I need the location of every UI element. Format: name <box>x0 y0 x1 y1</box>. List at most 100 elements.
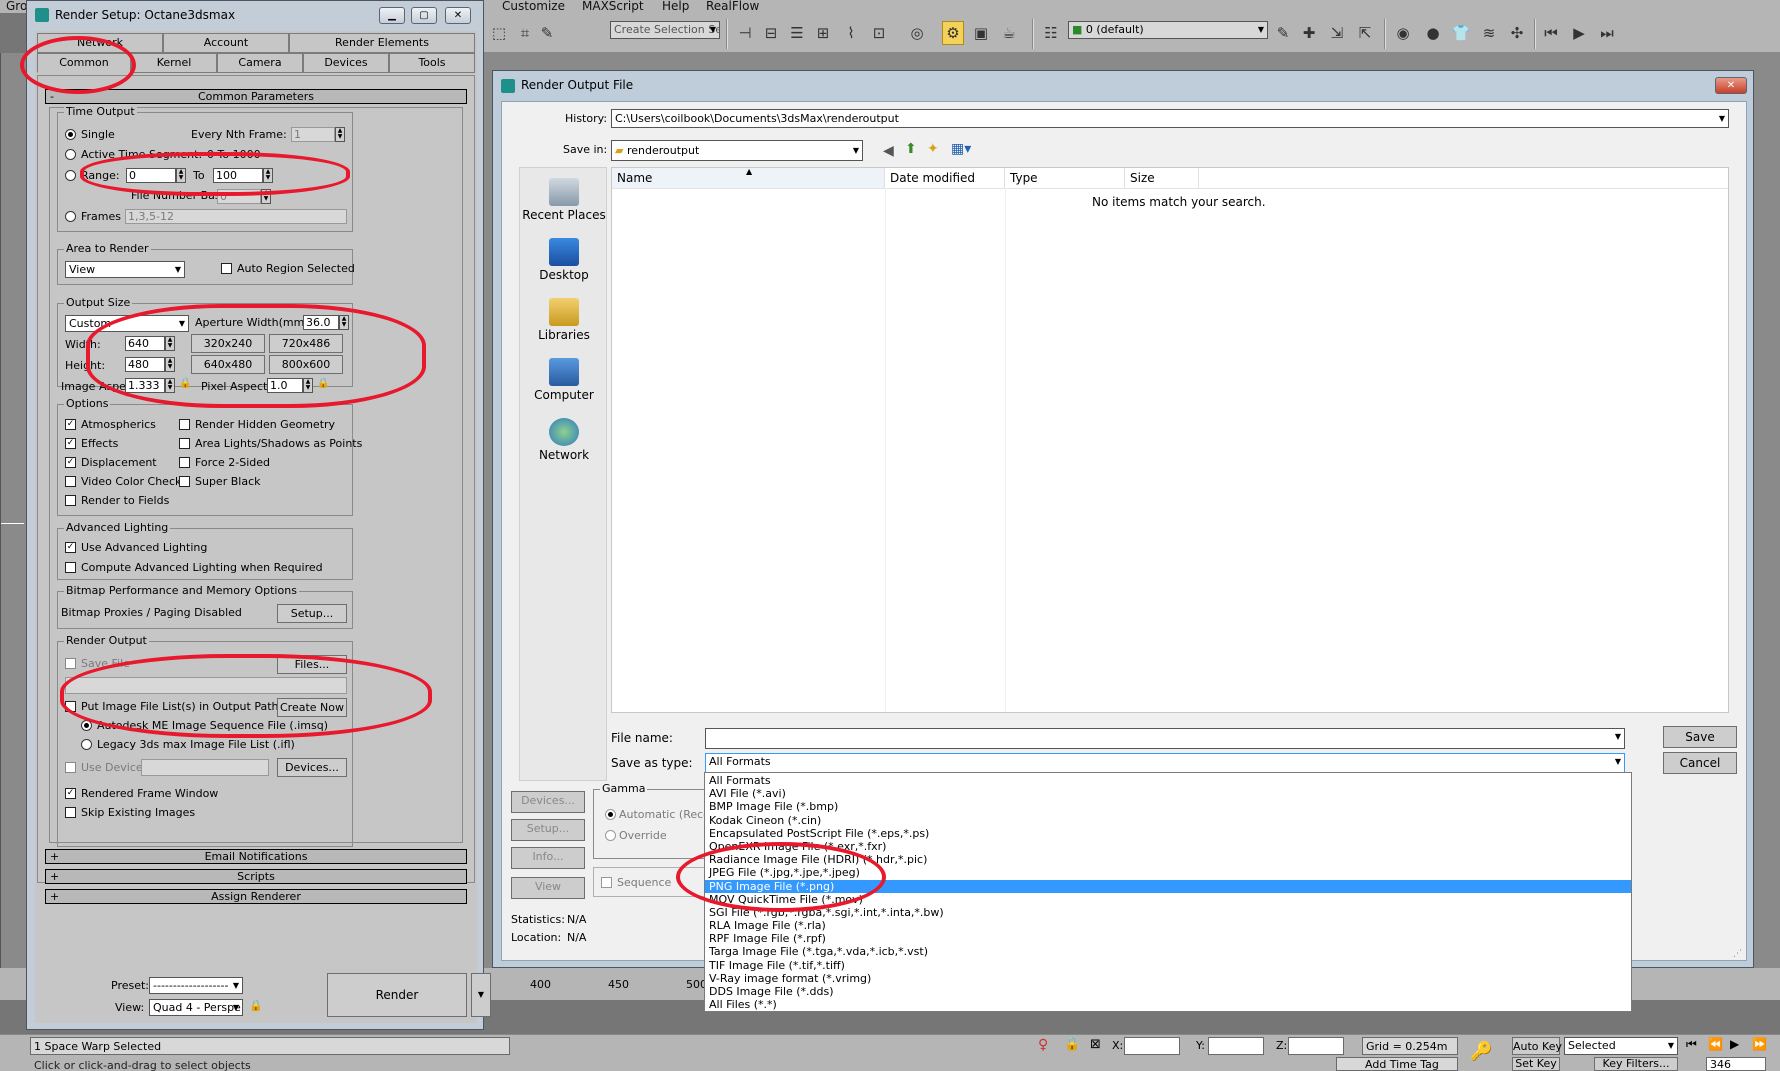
file-name-input[interactable]: ▼ <box>705 728 1625 749</box>
z-coordinate-field[interactable] <box>1288 1037 1344 1055</box>
render-setup-icon[interactable]: ⚙ <box>942 21 964 45</box>
rollout-common-parameters[interactable]: - Common Parameters <box>45 89 467 104</box>
range-radio[interactable] <box>65 170 76 181</box>
every-nth-input[interactable]: 1 <box>291 127 335 142</box>
set-key-button[interactable]: Set Key <box>1512 1057 1560 1071</box>
setup-button[interactable]: Setup... <box>511 819 585 841</box>
up-folder-icon[interactable]: ⬆ <box>905 141 917 157</box>
rollout-scripts[interactable]: + Scripts <box>45 869 467 884</box>
selection-set-dropdown[interactable]: Create Selection Se ▼ <box>610 21 720 39</box>
file-type-option[interactable]: RLA Image File (*.rla) <box>705 919 1631 932</box>
select-in-layer-icon[interactable]: ⇱ <box>1354 21 1376 45</box>
render-teapot-icon[interactable]: ☕ <box>998 21 1020 45</box>
resize-grip-icon[interactable]: ⋰ <box>1733 949 1742 959</box>
render-options-dropdown[interactable]: ▼ <box>471 973 491 1017</box>
menu-item-customize[interactable]: Customize <box>502 0 565 13</box>
play-icon[interactable]: ▶ <box>1730 1037 1739 1051</box>
force-2sided-checkbox[interactable] <box>179 457 190 468</box>
scene-explorer-icon[interactable]: ⊞ <box>812 21 834 45</box>
ifl-radio[interactable] <box>81 739 92 750</box>
file-type-option[interactable]: BMP Image File (*.bmp) <box>705 800 1631 813</box>
menu-item[interactable]: Gro <box>6 0 27 13</box>
close-icon[interactable]: ✕ <box>1715 77 1747 94</box>
tab-render-elements[interactable]: Render Elements <box>289 33 475 53</box>
render-fields-checkbox[interactable] <box>65 495 76 506</box>
minimize-icon[interactable]: ▁ <box>379 7 405 24</box>
super-black-checkbox[interactable] <box>179 476 190 487</box>
play-icon[interactable]: ▶ <box>1568 21 1590 45</box>
displacement-checkbox[interactable]: ✓ <box>65 457 76 468</box>
file-type-option[interactable]: SGI File (*.rgb,*.rgba,*.sgi,*.int,*.int… <box>705 906 1631 919</box>
file-type-option[interactable]: Targa Image File (*.tga,*.vda,*.icb,*.vs… <box>705 945 1631 958</box>
file-type-option[interactable]: All Files (*.*) <box>705 998 1631 1011</box>
tab-account[interactable]: Account <box>163 33 289 53</box>
render-setup-titlebar[interactable]: Render Setup: Octane3dsmax ▁ ▢ ✕ <box>27 1 483 31</box>
y-coordinate-field[interactable] <box>1208 1037 1264 1055</box>
file-type-option[interactable]: All Formats <box>705 774 1631 787</box>
column-header-type[interactable]: Type <box>1005 168 1125 188</box>
use-advanced-lighting-checkbox[interactable]: ✓ <box>65 542 76 553</box>
view-button[interactable]: View <box>511 877 585 899</box>
layer-dropdown[interactable]: ■ 0 (default) ▼ <box>1068 21 1268 39</box>
rollout-email-notifications[interactable]: + Email Notifications <box>45 849 467 864</box>
curve-editor-icon[interactable]: ⌇ <box>840 21 862 45</box>
current-frame-field[interactable]: 346 <box>1706 1057 1766 1071</box>
absolute-mode-icon[interactable]: ⊠ <box>1090 1037 1101 1052</box>
place-libraries[interactable]: Libraries <box>520 298 608 342</box>
x-coordinate-field[interactable] <box>1124 1037 1180 1055</box>
new-folder-icon[interactable]: ✦ <box>927 141 939 157</box>
place-desktop[interactable]: Desktop <box>520 238 608 282</box>
save-in-dropdown[interactable]: ▰ renderoutput ▼ <box>611 140 863 161</box>
devices-button[interactable]: Devices... <box>277 758 347 777</box>
gamma-override-radio[interactable] <box>605 830 616 841</box>
history-dropdown[interactable]: C:\Users\coilbook\Documents\3dsMax\rende… <box>611 109 1729 128</box>
view-dropdown[interactable]: Quad 4 - Perspe ▼ <box>149 999 243 1016</box>
skip-existing-checkbox[interactable] <box>65 807 76 818</box>
key-icon[interactable]: 🔑 <box>1470 1041 1492 1062</box>
mirror-icon[interactable]: ⊣ <box>734 21 756 45</box>
place-network[interactable]: Network <box>520 418 608 462</box>
key-filters-button[interactable]: Key Filters... <box>1594 1057 1678 1071</box>
gamma-automatic-radio[interactable] <box>605 809 616 820</box>
go-end-icon[interactable]: ⏭ <box>1596 21 1618 45</box>
info-button[interactable]: Info... <box>511 847 585 869</box>
file-type-option[interactable]: Kodak Cineon (*.cin) <box>705 814 1631 827</box>
add-layer-icon[interactable]: ✚ <box>1298 21 1320 45</box>
active-segment-radio[interactable] <box>65 149 76 160</box>
rendered-frame-window-checkbox[interactable]: ✓ <box>65 788 76 799</box>
menu-item-help[interactable]: Help <box>662 0 689 13</box>
effects-checkbox[interactable]: ✓ <box>65 438 76 449</box>
sequence-checkbox[interactable] <box>601 877 612 888</box>
next-frame-icon[interactable]: ⏩ <box>1752 1037 1767 1051</box>
save-button[interactable]: Save <box>1663 726 1737 748</box>
file-type-option[interactable]: V-Ray image format (*.vrimg) <box>705 972 1631 985</box>
sphere-icon[interactable]: ● <box>1422 21 1444 45</box>
menu-item-realflow[interactable]: RealFlow <box>706 0 759 13</box>
auto-key-button[interactable]: Auto Key <box>1512 1037 1562 1055</box>
select-object-icon[interactable]: ⬚ <box>488 21 510 45</box>
add-time-tag-field[interactable]: Add Time Tag <box>1336 1057 1458 1071</box>
rollout-assign-renderer[interactable]: + Assign Renderer <box>45 889 467 904</box>
save-file-checkbox[interactable] <box>65 658 76 669</box>
auto-region-checkbox[interactable] <box>221 263 232 274</box>
isolate-icon[interactable]: ♀ <box>1038 1037 1048 1053</box>
file-dialog-titlebar[interactable]: Render Output File ✕ <box>493 71 1753 101</box>
close-icon[interactable]: ✕ <box>445 7 471 24</box>
tab-kernel[interactable]: Kernel <box>131 53 217 73</box>
layer-manager-icon[interactable]: ☰ <box>786 21 808 45</box>
render-hidden-checkbox[interactable] <box>179 419 190 430</box>
view-menu-icon[interactable]: ▦▾ <box>951 141 971 157</box>
file-type-option[interactable]: RPF Image File (*.rpf) <box>705 932 1631 945</box>
devices-button[interactable]: Devices... <box>511 791 585 813</box>
area-to-render-dropdown[interactable]: View ▼ <box>65 261 185 278</box>
align-icon[interactable]: ⊟ <box>760 21 782 45</box>
save-as-type-dropdown[interactable]: All Formats ▼ <box>705 753 1625 773</box>
file-list-view[interactable]: Name ▲ Date modified Type Size No items m… <box>611 167 1729 713</box>
atmospherics-checkbox[interactable]: ✓ <box>65 419 76 430</box>
tab-devices[interactable]: Devices <box>303 53 389 73</box>
rendered-frame-icon[interactable]: ▣ <box>970 21 992 45</box>
file-type-option[interactable]: Encapsulated PostScript File (*.eps,*.ps… <box>705 827 1631 840</box>
place-recent[interactable]: Recent Places <box>520 178 608 222</box>
lock-icon[interactable]: 🔒 <box>1064 1037 1080 1052</box>
go-start-icon[interactable]: ⏮ <box>1686 1037 1697 1052</box>
